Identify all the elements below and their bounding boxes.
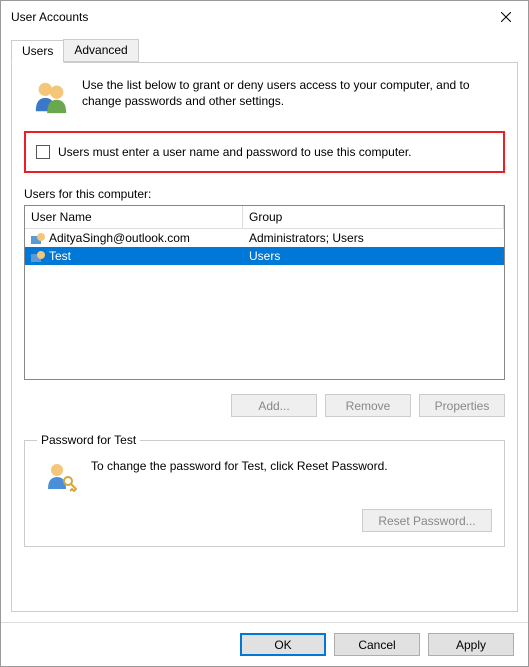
user-avatar-icon <box>31 250 45 262</box>
key-user-icon <box>43 459 77 493</box>
credentials-checkbox-highlight: Users must enter a user name and passwor… <box>24 131 505 173</box>
user-avatar-icon <box>31 232 45 244</box>
password-text: To change the password for Test, click R… <box>91 459 492 473</box>
dialog-content: Users Advanced Use the list below to gra… <box>1 33 528 622</box>
user-name-cell: Test <box>49 249 71 263</box>
listview-header: User Name Group <box>25 206 504 229</box>
tab-users[interactable]: Users <box>11 40 64 63</box>
column-header-group[interactable]: Group <box>243 206 504 228</box>
password-group-legend: Password for Test <box>37 433 140 447</box>
user-name-cell: AdityaSingh@outlook.com <box>49 231 190 245</box>
add-button[interactable]: Add... <box>231 394 317 417</box>
credentials-checkbox-label: Users must enter a user name and passwor… <box>58 145 412 159</box>
apply-button[interactable]: Apply <box>428 633 514 656</box>
group-cell: Administrators; Users <box>243 231 504 245</box>
intro-text: Use the list below to grant or deny user… <box>82 77 497 109</box>
group-cell: Users <box>243 249 504 263</box>
ok-button[interactable]: OK <box>240 633 326 656</box>
tab-users-panel: Use the list below to grant or deny user… <box>11 62 518 612</box>
table-row[interactable]: AdityaSingh@outlook.com Administrators; … <box>25 229 504 247</box>
users-icon <box>32 77 70 115</box>
dialog-footer: OK Cancel Apply <box>1 622 528 666</box>
users-list-label: Users for this computer: <box>24 187 505 201</box>
cancel-button[interactable]: Cancel <box>334 633 420 656</box>
properties-button[interactable]: Properties <box>419 394 505 417</box>
titlebar: User Accounts <box>1 1 528 33</box>
password-button-row: Reset Password... <box>37 509 492 532</box>
users-listview[interactable]: User Name Group AdityaSingh@outlook.com … <box>24 205 505 380</box>
credentials-checkbox-row[interactable]: Users must enter a user name and passwor… <box>36 145 493 159</box>
tab-advanced[interactable]: Advanced <box>63 39 138 62</box>
password-group: Password for Test To change the password… <box>24 433 505 547</box>
table-row[interactable]: Test Users <box>25 247 504 265</box>
close-button[interactable] <box>483 1 528 33</box>
remove-button[interactable]: Remove <box>325 394 411 417</box>
intro-section: Use the list below to grant or deny user… <box>24 77 505 115</box>
column-header-user[interactable]: User Name <box>25 206 243 228</box>
close-icon <box>501 12 511 22</box>
user-buttons-row: Add... Remove Properties <box>24 394 505 417</box>
credentials-checkbox[interactable] <box>36 145 50 159</box>
reset-password-button[interactable]: Reset Password... <box>362 509 492 532</box>
password-body: To change the password for Test, click R… <box>37 459 492 493</box>
tab-strip: Users Advanced <box>11 39 518 62</box>
user-accounts-dialog: User Accounts Users Advanced Use the lis… <box>0 0 529 667</box>
window-title: User Accounts <box>11 10 483 24</box>
